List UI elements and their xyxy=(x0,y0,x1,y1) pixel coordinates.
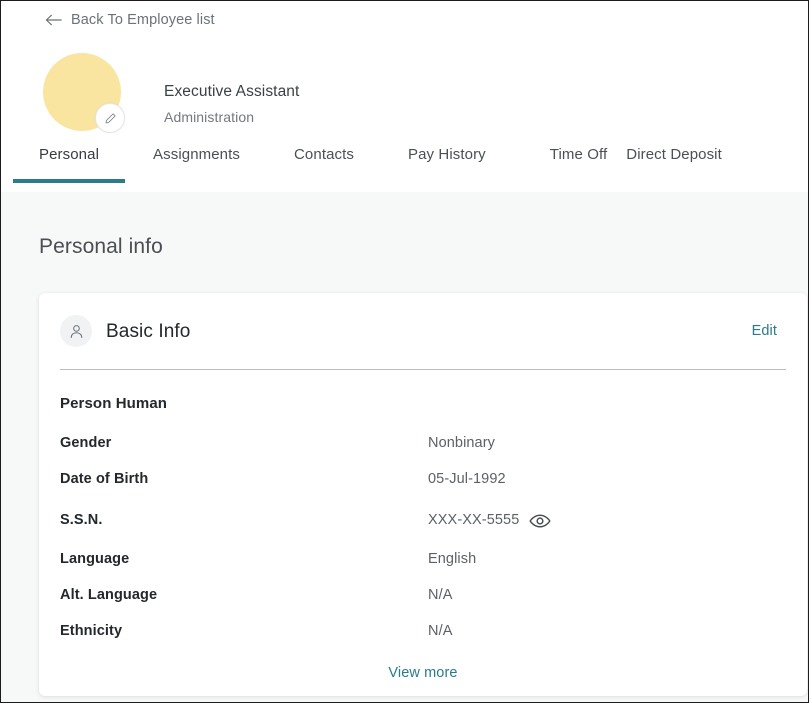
person-name: Person Human xyxy=(60,395,168,412)
employee-avatar[interactable] xyxy=(43,53,125,133)
edit-basic-info-link[interactable]: Edit xyxy=(752,324,777,339)
tab-contacts[interactable]: Contacts xyxy=(294,147,354,183)
arrow-left-icon xyxy=(45,14,62,26)
employee-meta: Executive Assistant Administration xyxy=(164,53,299,126)
back-to-employee-list-link[interactable]: Back To Employee list xyxy=(45,13,215,28)
card-title: Basic Info xyxy=(106,320,191,342)
person-icon xyxy=(60,315,92,347)
field-value: English xyxy=(428,551,477,568)
field-label: Gender xyxy=(60,435,112,452)
tab-personal[interactable]: Personal xyxy=(12,147,126,183)
view-more-link[interactable]: View more xyxy=(388,666,457,681)
field-value: N/A xyxy=(428,623,453,640)
field-row-ssn: S.S.N. XXX-XX-5555 xyxy=(60,504,786,538)
tab-pay-history[interactable]: Pay History xyxy=(408,147,486,183)
header-area: Back To Employee list Executive Assistan… xyxy=(1,1,808,192)
field-row-date-of-birth: Date of Birth 05-Jul-1992 xyxy=(60,468,786,492)
field-value: 05-Jul-1992 xyxy=(428,471,506,488)
field-label: S.S.N. xyxy=(60,512,103,529)
card-body: Person Human Gender Nonbinary Date of Bi… xyxy=(39,370,807,682)
ssn-value: XXX-XX-5555 xyxy=(428,512,520,529)
field-label: Ethnicity xyxy=(60,623,123,640)
tab-assignments[interactable]: Assignments xyxy=(153,147,240,183)
tab-direct-deposit[interactable]: Direct Deposit xyxy=(626,147,722,183)
field-row-gender: Gender Nonbinary xyxy=(60,432,786,456)
field-label: Alt. Language xyxy=(60,587,158,604)
content-area: Personal info Basic Info Edit Person Hum… xyxy=(1,192,808,702)
view-more-container: View more xyxy=(60,664,786,682)
employee-department: Administration xyxy=(164,109,255,126)
field-row-ethnicity: Ethnicity N/A xyxy=(60,620,786,644)
app-frame: Back To Employee list Executive Assistan… xyxy=(0,0,809,703)
field-value: Nonbinary xyxy=(428,435,495,452)
field-value: N/A xyxy=(428,587,453,604)
card-header: Basic Info Edit xyxy=(39,293,807,369)
field-row-alt-language: Alt. Language N/A xyxy=(60,584,786,608)
employee-tabs: Personal Assignments Contacts Pay Histor… xyxy=(12,147,722,183)
employee-header: Executive Assistant Administration xyxy=(43,53,299,133)
eye-icon[interactable] xyxy=(529,512,551,530)
field-label: Language xyxy=(60,551,130,568)
field-label: Date of Birth xyxy=(60,471,149,488)
basic-info-card: Basic Info Edit Person Human Gender Nonb… xyxy=(39,293,807,696)
tab-time-off[interactable]: Time Off xyxy=(550,147,607,183)
avatar-edit-button[interactable] xyxy=(95,103,125,133)
pencil-icon xyxy=(105,112,116,123)
back-link-label: Back To Employee list xyxy=(71,12,215,28)
field-value-group: XXX-XX-5555 xyxy=(428,512,551,530)
page-title: Personal info xyxy=(39,235,163,258)
employee-job-title: Executive Assistant xyxy=(164,83,300,100)
field-row-language: Language English xyxy=(60,548,786,572)
